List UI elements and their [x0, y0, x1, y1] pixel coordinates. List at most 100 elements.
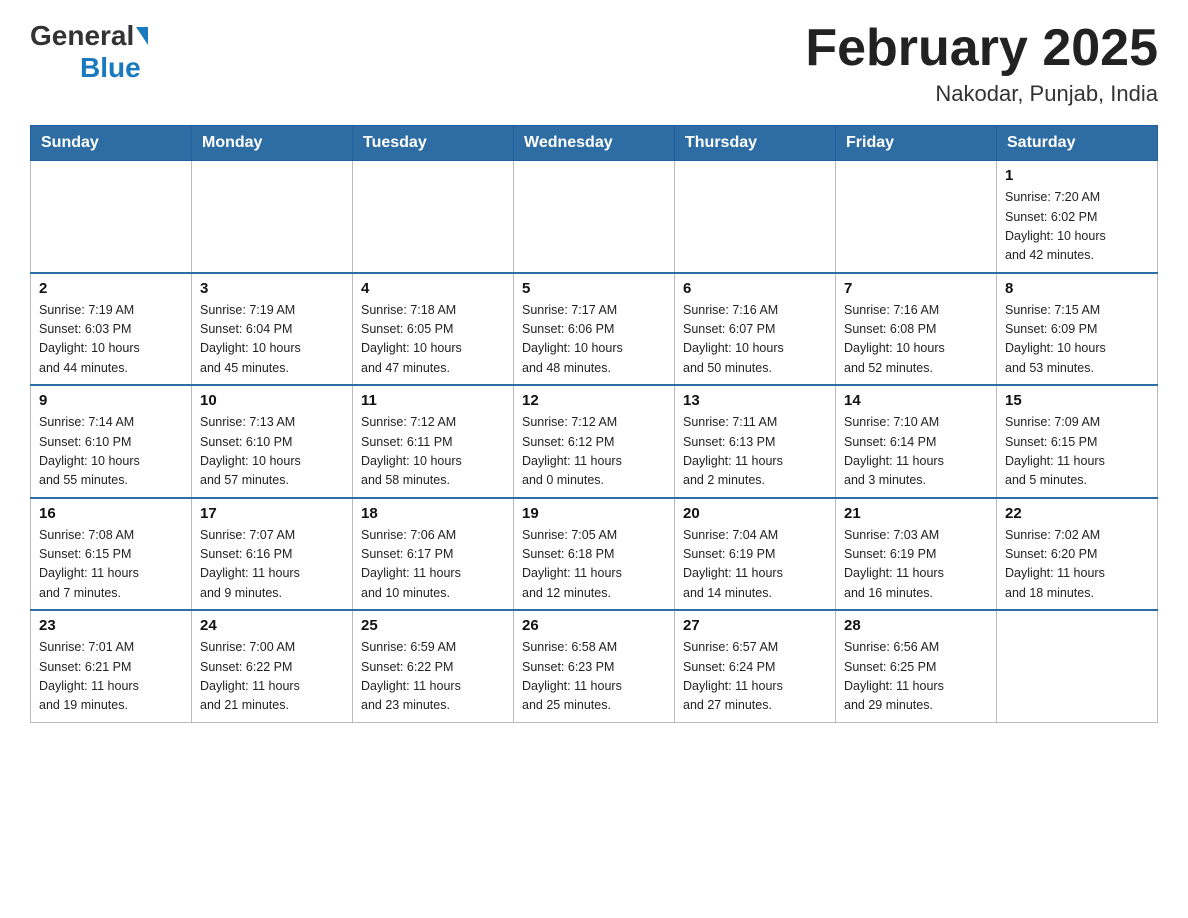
calendar-cell [997, 610, 1158, 722]
calendar-cell: 2 Sunrise: 7:19 AMSunset: 6:03 PMDaylight… [31, 273, 192, 386]
calendar-cell: 27 Sunrise: 6:57 AMSunset: 6:24 PMDayligh… [675, 610, 836, 722]
day-number: 8 [1005, 280, 1149, 297]
day-number: 18 [361, 505, 505, 522]
calendar-cell: 28Sunrise: 6:56 AMSunset: 6:25 PMDayligh… [836, 610, 997, 722]
calendar-cell: 10 Sunrise: 7:13 AMSunset: 6:10 PMDayligh… [192, 385, 353, 498]
day-info: Sunrise: 7:15 AMSunset: 6:09 PMDaylight:… [1005, 301, 1149, 379]
day-info: Sunrise: 6:59 AMSunset: 6:22 PMDaylight:… [361, 638, 505, 716]
day-number: 7 [844, 280, 988, 297]
calendar-week-row: 2 Sunrise: 7:19 AMSunset: 6:03 PMDaylight… [31, 273, 1158, 386]
day-info: Sunrise: 6:58 AMSunset: 6:23 PMDaylight:… [522, 638, 666, 716]
day-number: 25 [361, 617, 505, 634]
weekday-header-wednesday: Wednesday [514, 126, 675, 161]
day-info: Sunrise: 7:10 AMSunset: 6:14 PMDaylight:… [844, 413, 988, 491]
day-number: 1 [1005, 167, 1149, 184]
calendar-cell: 24Sunrise: 7:00 AMSunset: 6:22 PMDayligh… [192, 610, 353, 722]
calendar-cell: 11 Sunrise: 7:12 AMSunset: 6:11 PMDayligh… [353, 385, 514, 498]
calendar-cell: 17Sunrise: 7:07 AMSunset: 6:16 PMDayligh… [192, 498, 353, 611]
day-number: 26 [522, 617, 666, 634]
calendar-cell: 18 Sunrise: 7:06 AMSunset: 6:17 PMDayligh… [353, 498, 514, 611]
calendar-header-row: SundayMondayTuesdayWednesdayThursdayFrid… [31, 126, 1158, 161]
day-number: 2 [39, 280, 183, 297]
day-number: 20 [683, 505, 827, 522]
calendar-cell: 8 Sunrise: 7:15 AMSunset: 6:09 PMDaylight… [997, 273, 1158, 386]
day-number: 15 [1005, 392, 1149, 409]
day-info: Sunrise: 7:20 AMSunset: 6:02 PMDaylight:… [1005, 188, 1149, 266]
day-number: 4 [361, 280, 505, 297]
calendar-cell [353, 161, 514, 273]
day-info: Sunrise: 7:19 AMSunset: 6:04 PMDaylight:… [200, 301, 344, 379]
day-number: 19 [522, 505, 666, 522]
logo-general-text: General [30, 20, 134, 52]
day-info: Sunrise: 7:03 AMSunset: 6:19 PMDaylight:… [844, 526, 988, 604]
day-number: 6 [683, 280, 827, 297]
day-number: 16 [39, 505, 183, 522]
day-info: Sunrise: 7:06 AMSunset: 6:17 PMDaylight:… [361, 526, 505, 604]
day-number: 23 [39, 617, 183, 634]
calendar-week-row: 16 Sunrise: 7:08 AMSunset: 6:15 PMDayligh… [31, 498, 1158, 611]
day-info: Sunrise: 7:18 AMSunset: 6:05 PMDaylight:… [361, 301, 505, 379]
day-info: Sunrise: 7:13 AMSunset: 6:10 PMDaylight:… [200, 413, 344, 491]
calendar-cell [192, 161, 353, 273]
day-info: Sunrise: 7:02 AMSunset: 6:20 PMDaylight:… [1005, 526, 1149, 604]
day-info: Sunrise: 7:04 AMSunset: 6:19 PMDaylight:… [683, 526, 827, 604]
day-info: Sunrise: 7:17 AMSunset: 6:06 PMDaylight:… [522, 301, 666, 379]
calendar-cell: 6 Sunrise: 7:16 AMSunset: 6:07 PMDaylight… [675, 273, 836, 386]
calendar-cell: 9Sunrise: 7:14 AMSunset: 6:10 PMDaylight… [31, 385, 192, 498]
calendar-cell: 1 Sunrise: 7:20 AMSunset: 6:02 PMDaylight… [997, 161, 1158, 273]
logo: General Blue [30, 20, 148, 84]
day-number: 10 [200, 392, 344, 409]
day-number: 3 [200, 280, 344, 297]
calendar-cell: 25 Sunrise: 6:59 AMSunset: 6:22 PMDayligh… [353, 610, 514, 722]
calendar-cell: 14 Sunrise: 7:10 AMSunset: 6:14 PMDayligh… [836, 385, 997, 498]
calendar-cell: 12 Sunrise: 7:12 AMSunset: 6:12 PMDayligh… [514, 385, 675, 498]
weekday-header-sunday: Sunday [31, 126, 192, 161]
day-info: Sunrise: 7:16 AMSunset: 6:08 PMDaylight:… [844, 301, 988, 379]
day-number: 12 [522, 392, 666, 409]
day-number: 14 [844, 392, 988, 409]
calendar-cell: 22 Sunrise: 7:02 AMSunset: 6:20 PMDayligh… [997, 498, 1158, 611]
calendar-cell: 3 Sunrise: 7:19 AMSunset: 6:04 PMDaylight… [192, 273, 353, 386]
day-info: Sunrise: 7:19 AMSunset: 6:03 PMDaylight:… [39, 301, 183, 379]
day-number: 13 [683, 392, 827, 409]
calendar-table: SundayMondayTuesdayWednesdayThursdayFrid… [30, 125, 1158, 723]
day-info: Sunrise: 7:12 AMSunset: 6:11 PMDaylight:… [361, 413, 505, 491]
calendar-cell: 7 Sunrise: 7:16 AMSunset: 6:08 PMDaylight… [836, 273, 997, 386]
month-title: February 2025 [805, 20, 1158, 77]
weekday-header-monday: Monday [192, 126, 353, 161]
day-number: 27 [683, 617, 827, 634]
logo-blue-text: Blue [80, 52, 141, 84]
day-number: 22 [1005, 505, 1149, 522]
calendar-cell: 16 Sunrise: 7:08 AMSunset: 6:15 PMDayligh… [31, 498, 192, 611]
page-header: General Blue February 2025 Nakodar, Punj… [30, 20, 1158, 107]
weekday-header-saturday: Saturday [997, 126, 1158, 161]
calendar-cell: 4 Sunrise: 7:18 AMSunset: 6:05 PMDaylight… [353, 273, 514, 386]
title-block: February 2025 Nakodar, Punjab, India [805, 20, 1158, 107]
day-info: Sunrise: 7:00 AMSunset: 6:22 PMDaylight:… [200, 638, 344, 716]
day-number: 21 [844, 505, 988, 522]
day-info: Sunrise: 7:05 AMSunset: 6:18 PMDaylight:… [522, 526, 666, 604]
day-number: 11 [361, 392, 505, 409]
day-info: Sunrise: 7:11 AMSunset: 6:13 PMDaylight:… [683, 413, 827, 491]
day-info: Sunrise: 7:12 AMSunset: 6:12 PMDaylight:… [522, 413, 666, 491]
calendar-cell [31, 161, 192, 273]
day-info: Sunrise: 7:14 AMSunset: 6:10 PMDaylight:… [39, 413, 183, 491]
calendar-week-row: 1 Sunrise: 7:20 AMSunset: 6:02 PMDaylight… [31, 161, 1158, 273]
day-info: Sunrise: 6:56 AMSunset: 6:25 PMDaylight:… [844, 638, 988, 716]
weekday-header-thursday: Thursday [675, 126, 836, 161]
calendar-cell: 19 Sunrise: 7:05 AMSunset: 6:18 PMDayligh… [514, 498, 675, 611]
calendar-cell: 13 Sunrise: 7:11 AMSunset: 6:13 PMDayligh… [675, 385, 836, 498]
day-info: Sunrise: 7:08 AMSunset: 6:15 PMDaylight:… [39, 526, 183, 604]
day-info: Sunrise: 7:01 AMSunset: 6:21 PMDaylight:… [39, 638, 183, 716]
calendar-cell [836, 161, 997, 273]
logo-arrow-icon [136, 27, 148, 45]
day-info: Sunrise: 6:57 AMSunset: 6:24 PMDaylight:… [683, 638, 827, 716]
day-info: Sunrise: 7:16 AMSunset: 6:07 PMDaylight:… [683, 301, 827, 379]
location-label: Nakodar, Punjab, India [805, 81, 1158, 107]
calendar-week-row: 23 Sunrise: 7:01 AMSunset: 6:21 PMDayligh… [31, 610, 1158, 722]
calendar-cell: 5 Sunrise: 7:17 AMSunset: 6:06 PMDaylight… [514, 273, 675, 386]
day-number: 5 [522, 280, 666, 297]
calendar-cell: 23 Sunrise: 7:01 AMSunset: 6:21 PMDayligh… [31, 610, 192, 722]
calendar-week-row: 9Sunrise: 7:14 AMSunset: 6:10 PMDaylight… [31, 385, 1158, 498]
weekday-header-tuesday: Tuesday [353, 126, 514, 161]
